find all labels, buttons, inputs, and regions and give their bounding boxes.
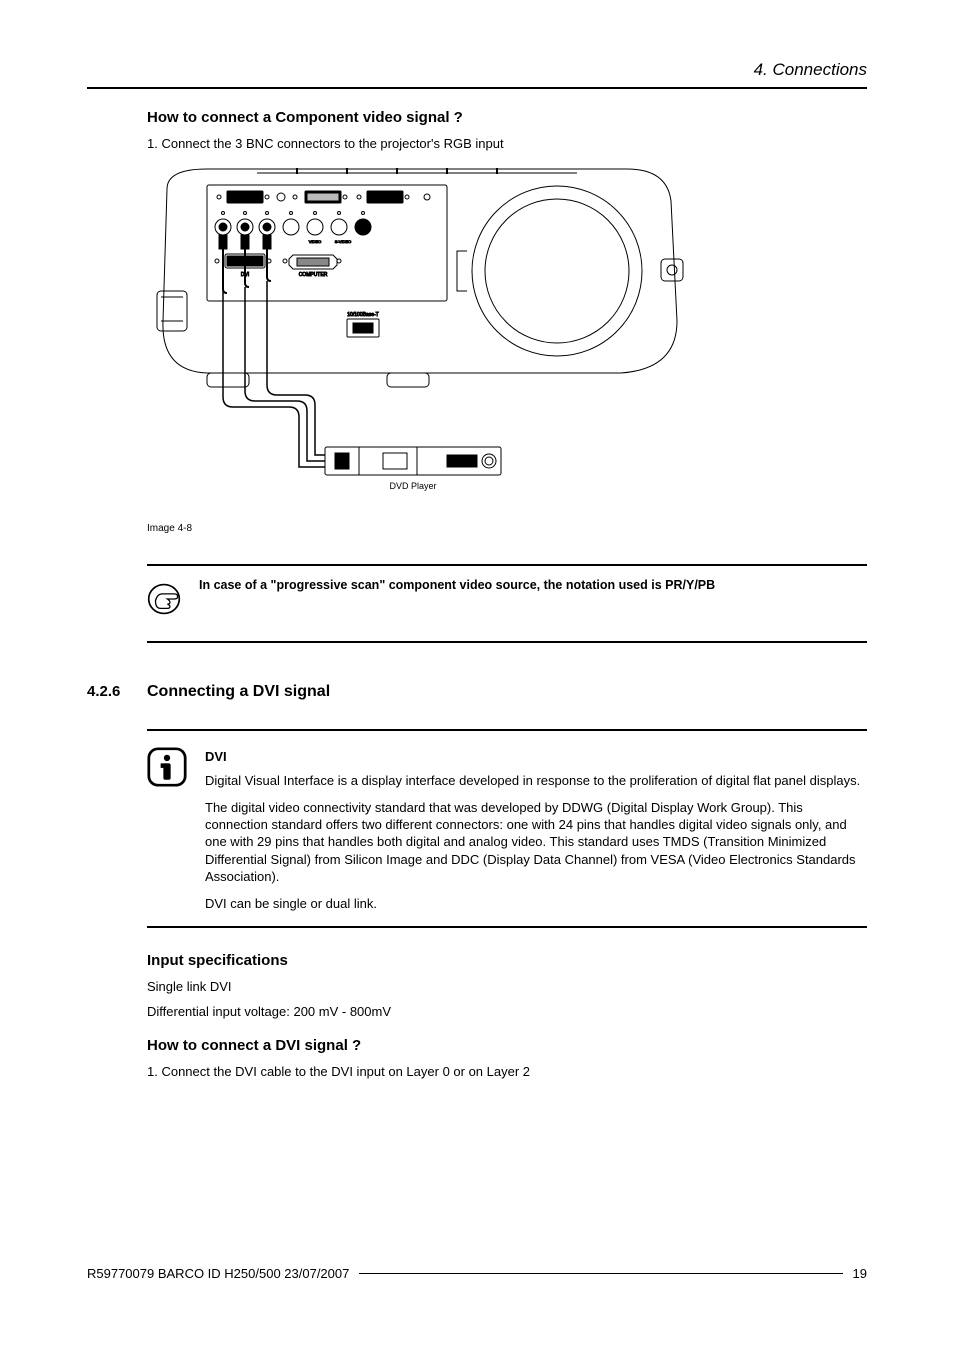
projector-diagram-svg: DVI COMPUTER VIDEO S-VIDEO 10/100Base-T xyxy=(147,161,687,521)
svg-text:VIDEO: VIDEO xyxy=(309,239,321,244)
section-title-dvi: Connecting a DVI signal xyxy=(147,683,330,701)
pointing-hand-icon xyxy=(147,582,181,621)
svg-text:S-VIDEO: S-VIDEO xyxy=(335,239,351,244)
definition-p3: DVI can be single or dual link. xyxy=(205,895,867,912)
definition-p2: The digital video connectivity standard … xyxy=(205,799,867,885)
definition-term: DVI xyxy=(205,749,867,764)
heading-how-dvi: How to connect a DVI signal ? xyxy=(147,1037,867,1054)
definition-p1: Digital Visual Interface is a display in… xyxy=(205,772,867,789)
footer-docref: R59770079 BARCO ID H250/500 23/07/2007 xyxy=(87,1266,349,1281)
footer-page-number: 19 xyxy=(853,1266,867,1281)
heading-component-video: How to connect a Component video signal … xyxy=(147,109,867,126)
info-icon xyxy=(147,747,187,792)
heading-input-specs: Input specifications xyxy=(147,952,867,969)
page-header-chapter: 4. Connections xyxy=(87,60,867,80)
svg-text:10/100Base-T: 10/100Base-T xyxy=(347,312,378,318)
page-footer: R59770079 BARCO ID H250/500 23/07/2007 1… xyxy=(87,1266,867,1281)
figure-caption: Image 4-8 xyxy=(147,523,867,534)
note-text: In case of a "progressive scan" componen… xyxy=(199,576,867,592)
svg-text:COMPUTER: COMPUTER xyxy=(299,272,328,278)
definition-block-dvi: DVI Digital Visual Interface is a displa… xyxy=(147,729,867,928)
step-1-component: 1. Connect the 3 BNC connectors to the p… xyxy=(147,136,867,151)
dvd-player-label: DVD Player xyxy=(389,481,436,491)
figure-component-wiring: DVI COMPUTER VIDEO S-VIDEO 10/100Base-T xyxy=(147,161,687,521)
note-progressive-scan: In case of a "progressive scan" componen… xyxy=(147,564,867,643)
header-rule xyxy=(87,87,867,89)
section-number: 4.2.6 xyxy=(87,683,129,700)
footer-rule xyxy=(359,1273,842,1274)
spec-line-2: Differential input voltage: 200 mV - 800… xyxy=(147,1004,867,1019)
step-1-dvi: 1. Connect the DVI cable to the DVI inpu… xyxy=(147,1064,867,1079)
spec-line-1: Single link DVI xyxy=(147,979,867,994)
